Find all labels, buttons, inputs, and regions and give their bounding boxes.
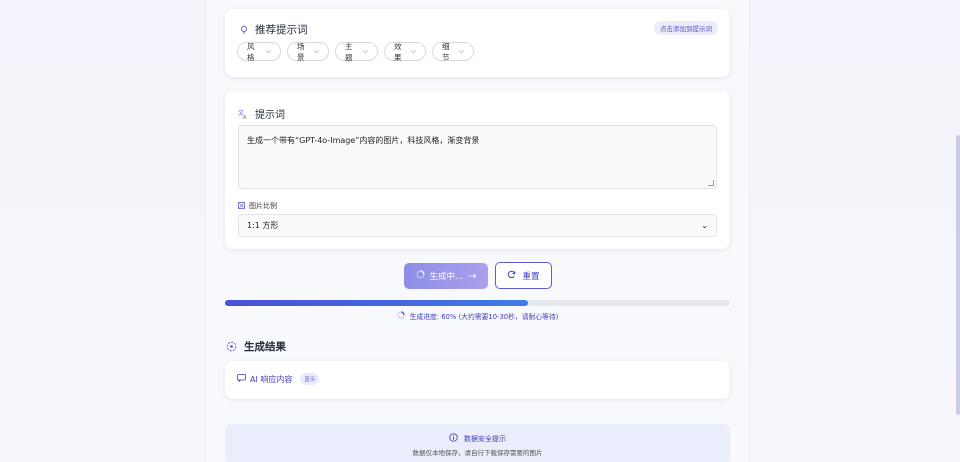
generate-button[interactable]: 生成中... → xyxy=(404,263,488,289)
security-subtitle: 数据仅本地保存，请自行下载保存需要的图片 xyxy=(412,449,543,457)
chip-label: 主题 xyxy=(345,41,353,62)
svg-text:A: A xyxy=(243,115,247,119)
scrollbar[interactable] xyxy=(955,0,960,462)
sparkle-icon xyxy=(226,337,237,356)
ratio-icon xyxy=(238,201,245,211)
chevron-down-icon: ⌵ xyxy=(410,47,416,55)
ai-response-toggle[interactable]: AI 响应内容 显示 xyxy=(237,373,320,385)
progress-status: 生成进度: 60% (大约需要10-30秒，请耐心等待) xyxy=(225,311,730,321)
ai-response-label: AI 响应内容 xyxy=(250,374,293,384)
ratio-select-value: 1:1 方形 xyxy=(247,221,279,230)
recommend-title: 推荐提示词 xyxy=(255,24,308,36)
security-notice: 数据安全提示 数据仅本地保存，请自行下载保存需要的图片 xyxy=(225,424,730,462)
lightbulb-icon xyxy=(239,20,249,39)
prompt-title: 提示词 xyxy=(255,110,285,121)
chip-theme[interactable]: 主题 ⌵ xyxy=(335,41,378,62)
progress-bar-fill xyxy=(225,300,528,306)
ratio-label-text: 图片比例 xyxy=(249,202,277,210)
chip-style[interactable]: 风格 ⌵ xyxy=(237,41,281,62)
show-badge[interactable]: 显示 xyxy=(300,373,320,385)
result-header: 生成结果 xyxy=(226,337,286,356)
spinner-icon xyxy=(397,311,405,321)
result-title: 生成结果 xyxy=(244,341,286,353)
security-title: 数据安全提示 xyxy=(464,434,506,443)
recommend-hint-badge: 点击添加到提示词 xyxy=(654,21,718,35)
chat-icon xyxy=(237,374,246,384)
scrollbar-thumb[interactable] xyxy=(956,135,960,415)
chevron-down-icon: ⌄ xyxy=(701,221,708,230)
chip-detail[interactable]: 细节 ⌵ xyxy=(432,41,474,62)
ratio-select[interactable]: 1:1 方形 ⌄ xyxy=(238,214,717,237)
chip-label: 场景 xyxy=(297,41,305,62)
prompt-text: 生成一个带有“GPT-4o-Image”内容的图片，科技风格，渐变背景 xyxy=(247,136,480,145)
prompt-card: 文A 提示词 生成一个带有“GPT-4o-Image”内容的图片，科技风格，渐变… xyxy=(225,91,730,249)
security-title-row: 数据安全提示 xyxy=(225,433,730,444)
chip-label: 效果 xyxy=(394,41,402,62)
chip-scene[interactable]: 场景 ⌵ xyxy=(287,41,329,62)
chip-list: 风格 ⌵ 场景 ⌵ 主题 ⌵ 效果 ⌵ 细节 ⌵ xyxy=(237,41,474,62)
recommend-header: 推荐提示词 xyxy=(239,20,308,39)
progress-bar xyxy=(225,300,730,306)
progress-text: 生成进度: 60% (大约需要10-30秒，请耐心等待) xyxy=(409,313,559,321)
reset-button-label: 重置 xyxy=(522,271,540,282)
chevron-down-icon: ⌵ xyxy=(313,47,319,55)
refresh-icon xyxy=(507,270,516,282)
info-icon xyxy=(449,433,458,444)
recommend-card: 推荐提示词 点击添加到提示词 风格 ⌵ 场景 ⌵ 主题 ⌵ 效果 ⌵ 细节 ⌵ xyxy=(225,9,730,77)
spinner-icon xyxy=(415,270,425,282)
prompt-header: 文A 提示词 xyxy=(238,104,285,123)
reset-button[interactable]: 重置 xyxy=(495,262,552,289)
translate-icon: 文A xyxy=(238,104,248,123)
chip-effect[interactable]: 效果 ⌵ xyxy=(384,41,426,62)
chip-label: 细节 xyxy=(442,41,450,62)
chevron-down-icon: ⌵ xyxy=(362,47,368,55)
chevron-down-icon: ⌵ xyxy=(265,47,271,55)
resize-handle-icon[interactable] xyxy=(708,180,714,186)
arrow-right-icon: → xyxy=(468,270,477,282)
chip-label: 风格 xyxy=(247,41,255,62)
prompt-textarea[interactable]: 生成一个带有“GPT-4o-Image”内容的图片，科技风格，渐变背景 xyxy=(238,125,717,189)
generate-button-label: 生成中... xyxy=(429,272,464,282)
chevron-down-icon: ⌵ xyxy=(458,47,464,55)
ratio-label: 图片比例 xyxy=(238,201,277,211)
ai-response-card: AI 响应内容 显示 xyxy=(225,361,730,399)
